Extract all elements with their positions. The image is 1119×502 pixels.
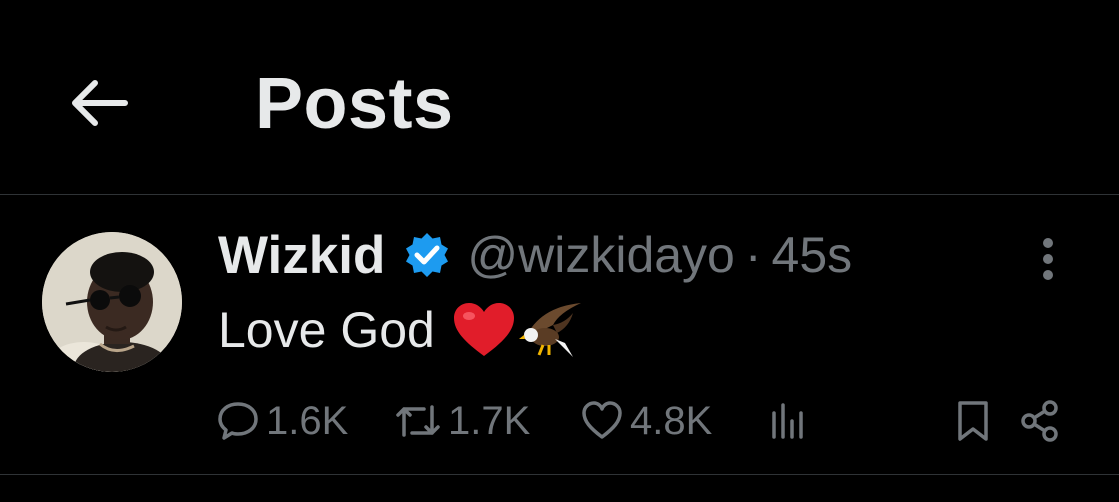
reply-icon	[218, 402, 258, 440]
more-options-button[interactable]	[1024, 233, 1072, 285]
action-bar: 1.6K 1.7K 4.8K	[0, 391, 1119, 451]
more-vertical-icon	[1043, 238, 1053, 280]
page-title: Posts	[255, 64, 454, 144]
eagle-emoji	[518, 299, 583, 361]
like-count: 4.8K	[630, 398, 713, 443]
post-text: Love God	[218, 302, 435, 358]
arrow-left-icon	[72, 80, 128, 126]
repost-button[interactable]: 1.7K	[394, 391, 530, 451]
author-handle[interactable]: @wizkidayo	[467, 226, 735, 284]
author-name[interactable]: Wizkid	[218, 225, 385, 286]
share-button[interactable]	[1020, 391, 1060, 451]
post-card[interactable]: Wizkid @wizkidayo · 45s Love God 1.6K 1.…	[0, 195, 1119, 475]
repost-count: 1.7K	[448, 398, 531, 443]
repost-icon	[396, 405, 440, 437]
avatar[interactable]	[42, 232, 182, 372]
bookmark-button[interactable]	[955, 391, 991, 451]
share-icon	[1021, 400, 1058, 442]
views-button[interactable]	[770, 391, 806, 451]
post-meta: Wizkid @wizkidayo · 45s	[218, 223, 852, 287]
post-content: Love God	[218, 295, 583, 365]
back-button[interactable]	[58, 68, 138, 138]
verified-badge-icon	[403, 231, 451, 279]
reply-count: 1.6K	[266, 398, 349, 443]
reply-button[interactable]: 1.6K	[216, 391, 348, 451]
separator-dot: ·	[744, 227, 762, 283]
bookmark-icon	[958, 401, 988, 441]
like-button[interactable]: 4.8K	[580, 391, 712, 451]
post-timestamp[interactable]: 45s	[772, 226, 853, 284]
heart-icon	[582, 401, 622, 439]
top-bar: Posts	[0, 0, 1119, 195]
red-heart-emoji	[451, 300, 517, 360]
bar-chart-icon	[772, 403, 803, 439]
